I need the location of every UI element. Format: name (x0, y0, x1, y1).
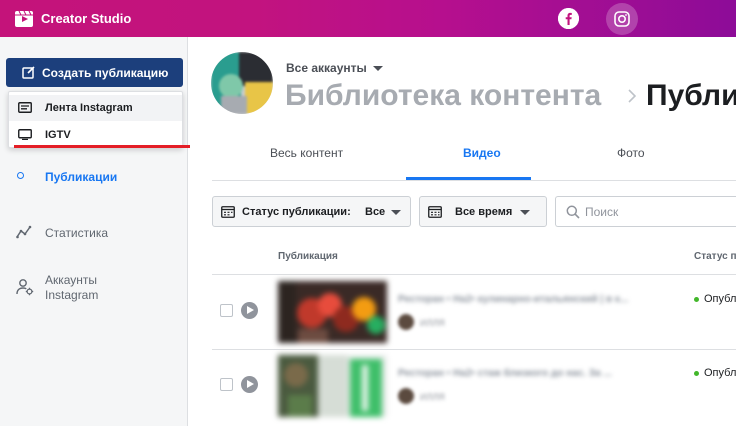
dropdown-item-label: IGTV (45, 129, 71, 141)
tab-video[interactable]: Видео (463, 146, 501, 160)
author-name: ИЛЛЯ (420, 318, 445, 328)
row-checkbox[interactable] (220, 378, 233, 391)
creator-studio-logo-icon (15, 10, 33, 27)
sidebar-item-label: Публикации (45, 170, 118, 184)
caret-down-icon (520, 210, 530, 215)
account-switcher-label: Все аккаунты (286, 61, 367, 75)
status-dot-icon (694, 296, 699, 302)
table-row[interactable]: Ресторан • На2• стаж близкого до нас. За… (212, 349, 736, 425)
status-badge: Опубл (694, 367, 736, 379)
chevron-right-icon (628, 89, 637, 103)
sidebar-item-label: Instagram (45, 288, 99, 302)
play-icon[interactable] (241, 376, 258, 393)
status-dot-icon (694, 370, 699, 376)
post-title: Ресторан • На2• стаж близкого до нас. За… (398, 368, 612, 379)
create-post-button[interactable]: Создать публикацию (6, 58, 183, 87)
status-badge: Опубл (694, 293, 736, 305)
search-icon (566, 205, 580, 219)
create-post-dropdown: Лента Instagram IGTV (8, 91, 183, 148)
breadcrumb-content-library[interactable]: Библиотека контента (285, 79, 601, 113)
active-dot-icon (17, 172, 24, 179)
search-box (555, 196, 736, 227)
column-header-publication[interactable]: Публикация (278, 251, 338, 262)
caret-down-icon (391, 210, 401, 215)
create-post-label: Создать публикацию (42, 66, 169, 80)
compose-icon (22, 66, 35, 79)
calendar-list-icon (221, 206, 235, 218)
time-filter-label: Все время (455, 206, 513, 218)
account-avatar[interactable] (211, 52, 273, 114)
accounts-icon (16, 279, 34, 296)
content-tabs: Весь контент Видео Фото (212, 136, 736, 181)
post-title: Ресторан • На2• кулинарно-итальянский | … (398, 294, 629, 305)
dropdown-item-instagram-feed[interactable]: Лента Instagram (9, 95, 182, 121)
instagram-icon[interactable] (606, 3, 638, 35)
tabs-divider (212, 180, 736, 181)
account-switcher[interactable]: Все аккаунты (286, 61, 383, 75)
feed-icon (18, 102, 32, 113)
highlight-underline (14, 145, 190, 148)
tab-photo[interactable]: Фото (617, 146, 645, 160)
author-name: ИЛЛЯ (420, 392, 445, 402)
author-avatar (398, 388, 414, 404)
sidebar-item-instagram-accounts[interactable]: Аккаунты Instagram (0, 272, 187, 306)
sidebar-item-label: Аккаунты (45, 273, 98, 287)
time-filter-dropdown[interactable]: Все время (419, 196, 547, 227)
tab-all-content[interactable]: Весь контент (270, 146, 343, 160)
calendar-icon (428, 206, 442, 218)
search-input[interactable] (585, 203, 725, 221)
row-checkbox[interactable] (220, 304, 233, 317)
status-filter-label: Статус публикации: (242, 206, 351, 218)
video-thumbnail[interactable] (278, 281, 387, 343)
tv-icon (18, 129, 32, 140)
dropdown-item-label: Лента Instagram (45, 102, 133, 114)
status-label: Опубл (704, 367, 736, 379)
chart-icon (16, 225, 32, 239)
status-filter-dropdown[interactable]: Статус публикации: Все (212, 196, 411, 227)
play-icon[interactable] (241, 302, 258, 319)
video-thumbnail[interactable] (278, 355, 387, 417)
table-row[interactable]: Ресторан • На2• кулинарно-итальянский | … (212, 275, 736, 351)
author-avatar (398, 314, 414, 330)
sidebar-item-statistics[interactable]: Статистика (0, 221, 187, 245)
status-label: Опубл (704, 293, 736, 305)
facebook-icon[interactable] (558, 8, 579, 29)
sidebar-item-label: Статистика (45, 226, 109, 240)
status-filter-value: Все (365, 206, 386, 218)
column-header-status[interactable]: Статус п (694, 251, 736, 262)
breadcrumb-current-page: Публи (646, 79, 736, 112)
top-bar: Creator Studio (0, 0, 736, 37)
chevron-down-icon (372, 66, 383, 72)
sidebar-item-publications[interactable]: Публикации (0, 163, 187, 191)
app-title: Creator Studio (41, 11, 132, 26)
